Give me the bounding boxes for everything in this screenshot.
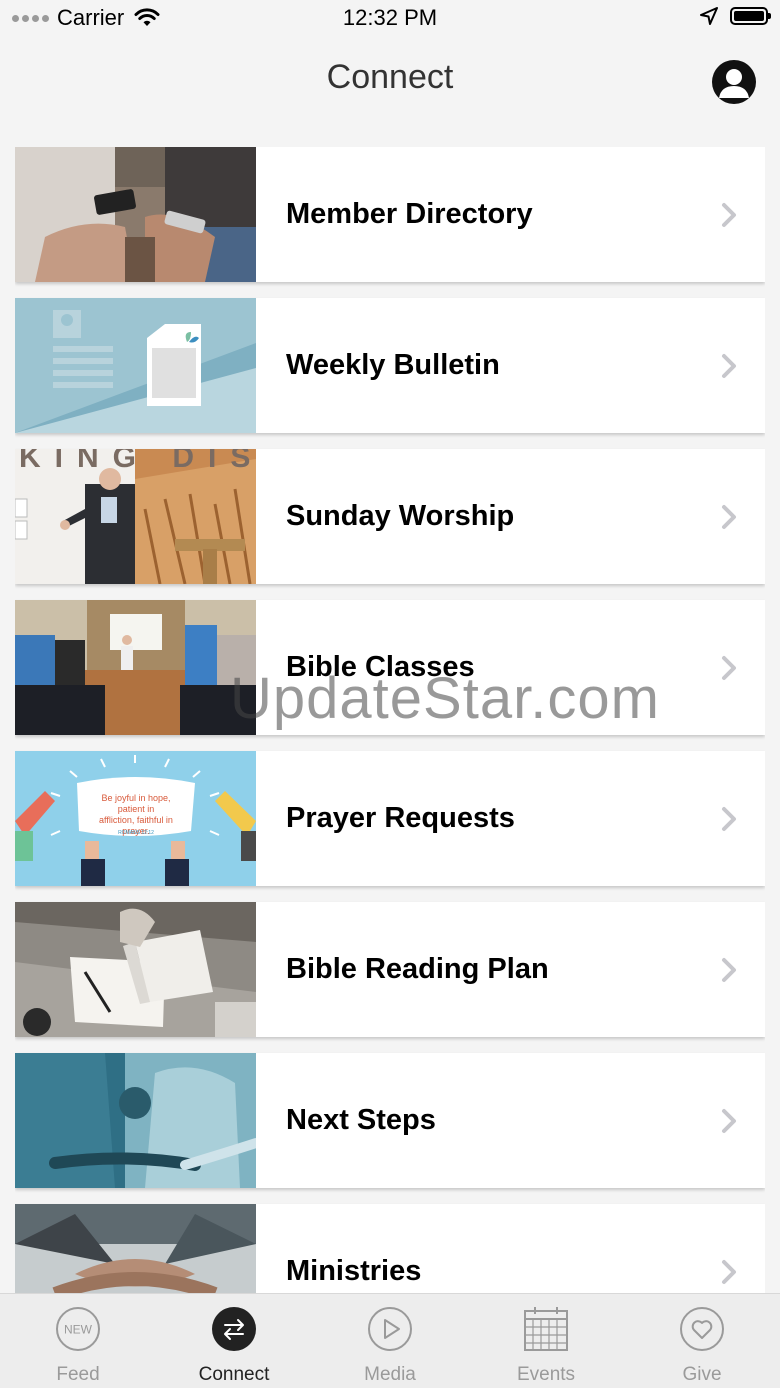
verse-reference: ROMANS 12:12	[118, 830, 154, 836]
ministries-thumbnail	[15, 1204, 256, 1293]
profile-button[interactable]	[712, 60, 756, 104]
play-icon	[368, 1307, 412, 1351]
list-item-weekly-bulletin[interactable]: Weekly Bulletin	[15, 298, 765, 433]
bible-reading-plan-thumbnail	[15, 902, 256, 1037]
chevron-right-icon	[722, 806, 736, 831]
list-item-label: Bible Reading Plan	[286, 953, 549, 985]
battery-icon	[730, 7, 771, 25]
chevron-right-icon	[722, 504, 736, 529]
heart-icon	[680, 1307, 724, 1351]
tab-give[interactable]: Give	[624, 1294, 780, 1388]
tab-label: Events	[516, 1364, 576, 1385]
status-bar: Carrier 12:32 PM	[0, 0, 780, 40]
tab-label: Connect	[198, 1364, 270, 1385]
calendar-icon	[524, 1307, 568, 1351]
chevron-right-icon	[722, 1108, 736, 1133]
chevron-right-icon	[722, 655, 736, 680]
location-arrow-icon	[700, 7, 718, 25]
list-item-label: Weekly Bulletin	[286, 349, 500, 381]
list-item-bible-classes[interactable]: Bible Classes	[15, 600, 765, 735]
tab-bar: NEW Feed Connect Media Events Give	[0, 1293, 780, 1388]
list-item-member-directory[interactable]: Member Directory	[15, 147, 765, 282]
new-badge-text: NEW	[64, 1323, 93, 1337]
list-item-label: Bible Classes	[286, 651, 475, 683]
new-badge-icon: NEW	[56, 1307, 100, 1351]
tab-events[interactable]: Events	[468, 1294, 624, 1388]
tab-label: Feed	[56, 1364, 100, 1385]
list-item-label: Member Directory	[286, 198, 533, 230]
list-item-label: Sunday Worship	[286, 500, 515, 532]
chevron-right-icon	[722, 957, 736, 982]
list-item-prayer-requests[interactable]: Be joyful in hope, patient in affliction…	[15, 751, 765, 886]
weekly-bulletin-thumbnail	[15, 298, 256, 433]
user-avatar-icon	[719, 69, 749, 98]
worship-banner-text: KING DIS	[19, 449, 256, 474]
page-title: Connect	[326, 58, 454, 96]
tab-label: Give	[682, 1364, 722, 1385]
chevron-right-icon	[722, 202, 736, 227]
list-item-sunday-worship[interactable]: KING DIS Sunday Worship	[15, 449, 765, 584]
list-item-ministries[interactable]: Ministries	[15, 1204, 765, 1293]
bible-classes-thumbnail	[15, 600, 256, 735]
swap-arrows-icon	[212, 1307, 256, 1351]
tab-feed[interactable]: NEW Feed	[0, 1294, 156, 1388]
list-item-next-steps[interactable]: Next Steps	[15, 1053, 765, 1188]
list-item-bible-reading-plan[interactable]: Bible Reading Plan	[15, 902, 765, 1037]
list-item-label: Ministries	[286, 1255, 422, 1287]
status-time: 12:32 PM	[342, 5, 438, 30]
list-item-label: Next Steps	[286, 1104, 436, 1136]
chevron-right-icon	[722, 1259, 736, 1284]
prayer-requests-thumbnail: Be joyful in hope, patient in affliction…	[15, 751, 256, 886]
chevron-right-icon	[722, 353, 736, 378]
status-right	[700, 7, 771, 25]
next-steps-thumbnail	[15, 1053, 256, 1188]
list-item-label: Prayer Requests	[286, 802, 515, 834]
tab-label: Media	[364, 1364, 416, 1385]
sunday-worship-thumbnail: KING DIS	[15, 449, 256, 584]
tab-media[interactable]: Media	[312, 1294, 468, 1388]
tab-connect[interactable]: Connect	[156, 1294, 312, 1388]
connect-list: Member Directory Weekly Bulletin KING DI…	[15, 147, 765, 1293]
member-directory-thumbnail	[15, 147, 256, 282]
